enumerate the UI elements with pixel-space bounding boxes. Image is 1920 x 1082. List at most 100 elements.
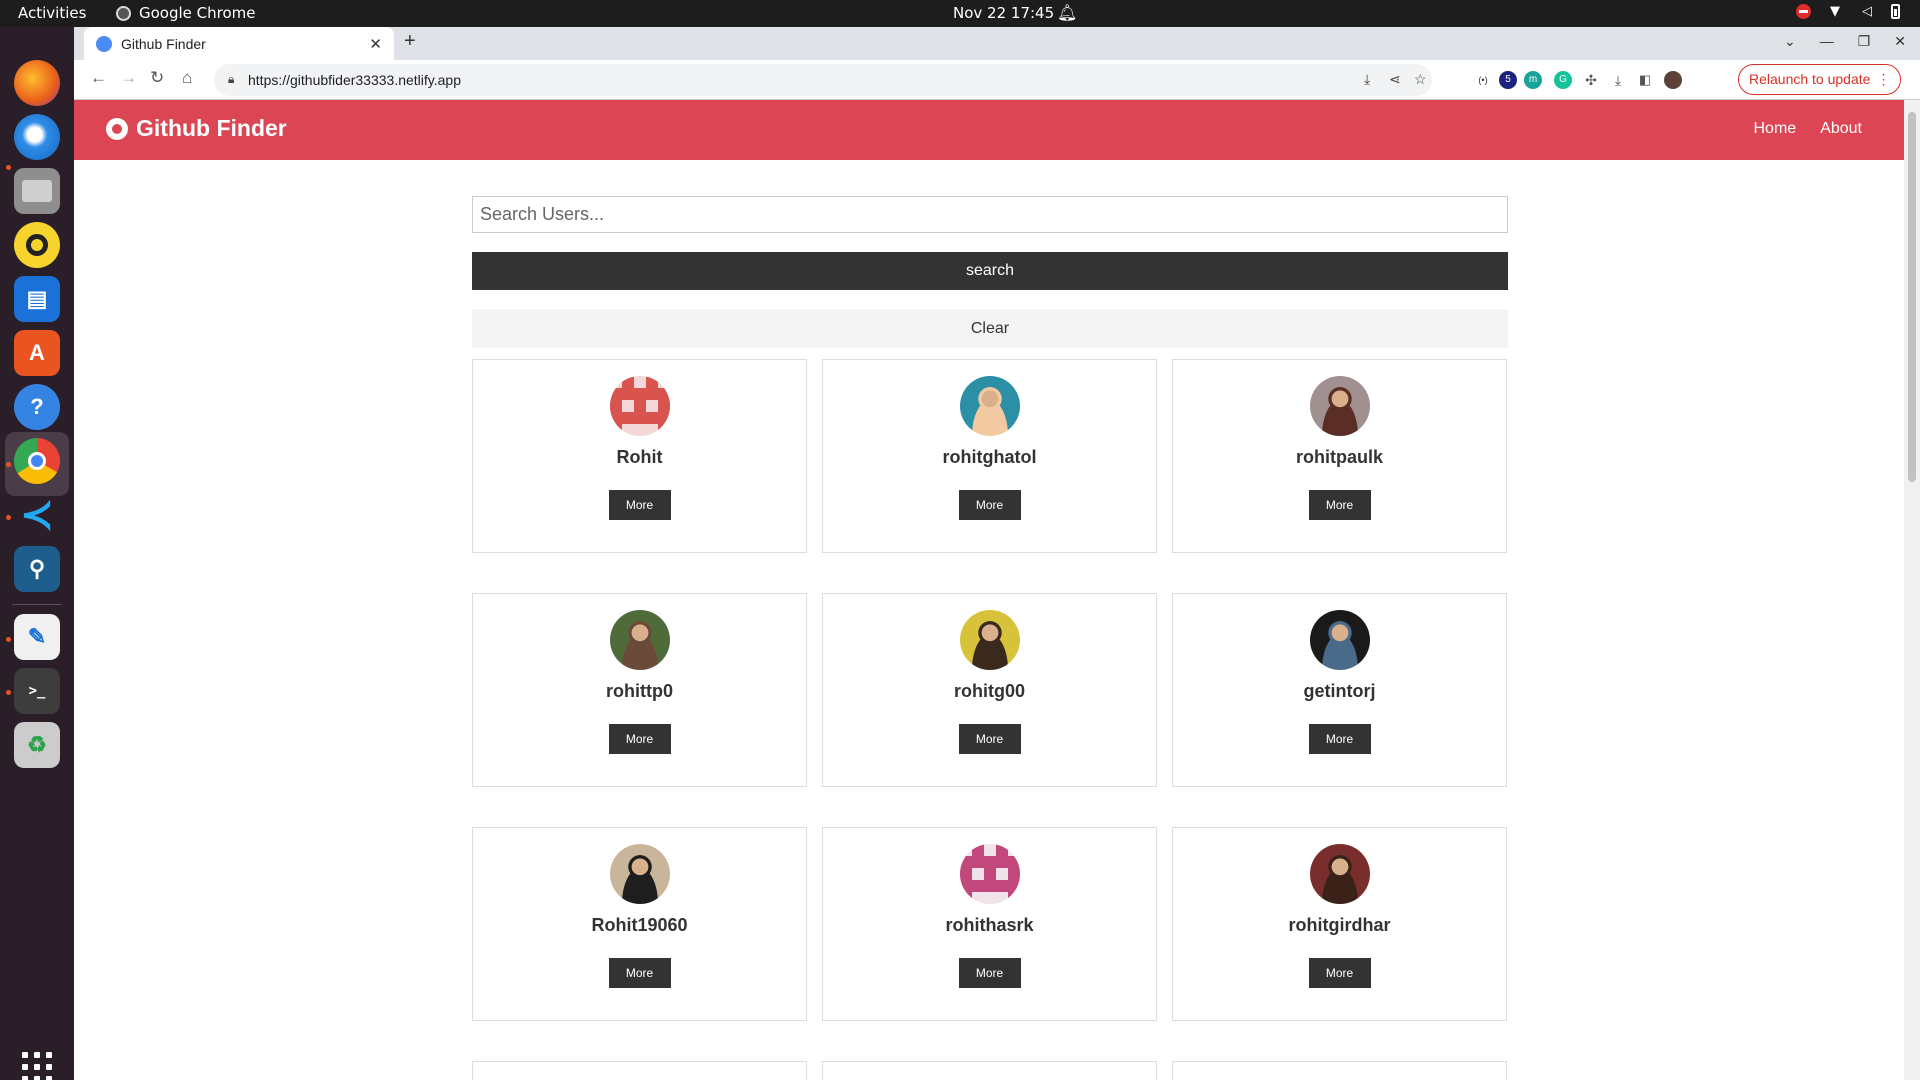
- user-card: Rohit More: [472, 359, 807, 553]
- search-input[interactable]: [472, 196, 1508, 233]
- thunderbird-icon[interactable]: [14, 114, 60, 160]
- help-icon[interactable]: ?: [14, 384, 60, 430]
- chrome-icon: [116, 5, 131, 21]
- user-avatar: [959, 376, 1020, 436]
- more-button[interactable]: More: [958, 958, 1021, 988]
- clock[interactable]: Nov 22 17:45: [953, 4, 1054, 22]
- new-tab-icon[interactable]: +: [404, 30, 416, 53]
- page-scrollbar[interactable]: [1904, 100, 1920, 1080]
- rhythmbox-icon[interactable]: [14, 222, 60, 268]
- browser-toolbar: ← → ↻ ⌂ 🔒︎ https://githubfider33333.netl…: [74, 60, 1920, 100]
- user-avatar: [609, 610, 670, 670]
- firefox-icon[interactable]: [14, 60, 60, 106]
- install-app-icon[interactable]: ⤓: [1364, 71, 1370, 88]
- grammarly-icon[interactable]: G: [1554, 71, 1572, 89]
- writer-icon[interactable]: ▤: [14, 276, 60, 322]
- back-icon[interactable]: ←: [90, 68, 107, 88]
- more-button[interactable]: More: [608, 490, 671, 520]
- site-navbar: Github Finder Home About: [74, 100, 1904, 160]
- system-tray[interactable]: ▼ ◁: [1796, 4, 1900, 19]
- users-grid: Rohit More rohitghatol More rohitpaulk More ro…: [472, 359, 1508, 1080]
- home-icon[interactable]: ⌂: [182, 68, 192, 88]
- browser-chrome: Github Finder ✕ + ⌄ — ❐ ✕ ← → ↻ ⌂ 🔒︎ htt…: [74, 27, 1920, 100]
- user-login: getintorj: [1303, 681, 1376, 701]
- wifi-icon: ▼: [1830, 3, 1840, 19]
- restore-icon[interactable]: ❐: [1858, 33, 1871, 50]
- relaunch-button[interactable]: Relaunch to update ⋮: [1738, 64, 1902, 95]
- user-login: rohittp0: [606, 681, 673, 701]
- more-button[interactable]: More: [1308, 490, 1371, 520]
- terminal-icon[interactable]: >_: [14, 668, 60, 714]
- clear-button[interactable]: Clear: [472, 309, 1508, 348]
- extension-badge-icon[interactable]: 5: [1499, 71, 1517, 89]
- user-card: Rohit19060 More: [472, 827, 807, 1021]
- user-card: rohitpaulk More: [1172, 359, 1507, 553]
- extensions-puzzle-icon[interactable]: ✣: [1582, 71, 1600, 89]
- forward-icon[interactable]: →: [120, 68, 137, 88]
- user-avatar: [1309, 610, 1370, 670]
- extension-api-icon[interactable]: (•): [1474, 71, 1492, 89]
- close-window-icon[interactable]: ✕: [1894, 33, 1906, 50]
- nav-link-about[interactable]: About: [1820, 120, 1862, 138]
- user-login: rohitgirdhar: [1288, 915, 1391, 935]
- reload-icon[interactable]: ↻: [150, 68, 164, 88]
- alarm-bell-icon: 🔔︎: [1057, 3, 1078, 22]
- battery-icon: [1891, 4, 1900, 19]
- user-login: rohithasrk: [945, 915, 1034, 935]
- nav-link-home[interactable]: Home: [1754, 120, 1797, 138]
- system-top-bar: Activities Google Chrome Nov 22 17:45 🔔︎…: [0, 0, 1920, 27]
- tab-title: Github Finder: [121, 35, 206, 52]
- side-panel-icon[interactable]: ◧: [1636, 71, 1654, 89]
- more-button[interactable]: More: [958, 490, 1021, 520]
- url-text[interactable]: https://githubfider33333.netlify.app: [248, 72, 461, 88]
- bookmark-star-icon[interactable]: ☆: [1414, 71, 1427, 88]
- search-form: search Clear: [472, 196, 1508, 348]
- profile-avatar[interactable]: [1664, 71, 1682, 89]
- user-avatar: [1309, 376, 1370, 436]
- tab-favicon-icon: [96, 35, 112, 52]
- activities-button[interactable]: Activities: [18, 4, 86, 22]
- tab-search-icon[interactable]: ⌄: [1784, 33, 1796, 50]
- user-avatar: [959, 844, 1020, 904]
- scrollbar-thumb[interactable]: [1908, 112, 1916, 482]
- show-apps-icon[interactable]: [22, 1052, 52, 1082]
- extension-m-icon[interactable]: m: [1524, 71, 1542, 89]
- app-menu[interactable]: Google Chrome: [116, 4, 256, 22]
- user-card: rohitgirdhar More: [1172, 827, 1507, 1021]
- lock-icon: 🔒︎: [228, 72, 235, 86]
- user-card: rohithasrk More: [822, 827, 1157, 1021]
- address-bar[interactable]: 🔒︎ https://githubfider33333.netlify.app …: [214, 64, 1432, 96]
- user-login: Rohit19060: [591, 915, 688, 935]
- user-avatar: [1309, 844, 1370, 904]
- downloads-icon[interactable]: ⤓: [1609, 71, 1627, 89]
- close-tab-icon[interactable]: ✕: [369, 35, 382, 53]
- site-brand[interactable]: Github Finder: [106, 115, 287, 142]
- more-button[interactable]: More: [958, 724, 1021, 754]
- more-button[interactable]: More: [608, 724, 671, 754]
- browser-tab[interactable]: Github Finder ✕: [84, 27, 394, 60]
- mysql-workbench-icon[interactable]: ⚲: [14, 546, 60, 592]
- more-button[interactable]: More: [1308, 724, 1371, 754]
- do-not-disturb-icon: [1796, 4, 1811, 19]
- app-center-icon[interactable]: A: [14, 330, 60, 376]
- user-card-partial: [822, 1061, 1157, 1080]
- chrome-dock-icon[interactable]: [14, 438, 60, 484]
- more-button[interactable]: More: [608, 958, 671, 988]
- user-card-partial: [472, 1061, 807, 1080]
- extension-badge-count: 5: [1505, 74, 1511, 85]
- vscode-icon[interactable]: ≺: [14, 492, 60, 538]
- more-menu-icon[interactable]: ⋮: [1876, 65, 1890, 94]
- minimize-icon[interactable]: —: [1820, 33, 1834, 50]
- window-controls: ⌄ — ❐ ✕: [1784, 33, 1906, 50]
- share-icon[interactable]: ⋖: [1389, 71, 1401, 88]
- dock: ▤ A ? ≺ ⚲ ✎ >_ ♻: [0, 27, 74, 1082]
- user-card: rohitghatol More: [822, 359, 1157, 553]
- user-login: rohitpaulk: [1295, 447, 1383, 467]
- site-nav-links: Home About: [1754, 120, 1863, 138]
- brand-title: Github Finder: [136, 115, 287, 141]
- trash-icon[interactable]: ♻: [14, 722, 60, 768]
- text-editor-icon[interactable]: ✎: [14, 614, 60, 660]
- files-icon[interactable]: [14, 168, 60, 214]
- search-button[interactable]: search: [472, 252, 1508, 290]
- more-button[interactable]: More: [1308, 958, 1371, 988]
